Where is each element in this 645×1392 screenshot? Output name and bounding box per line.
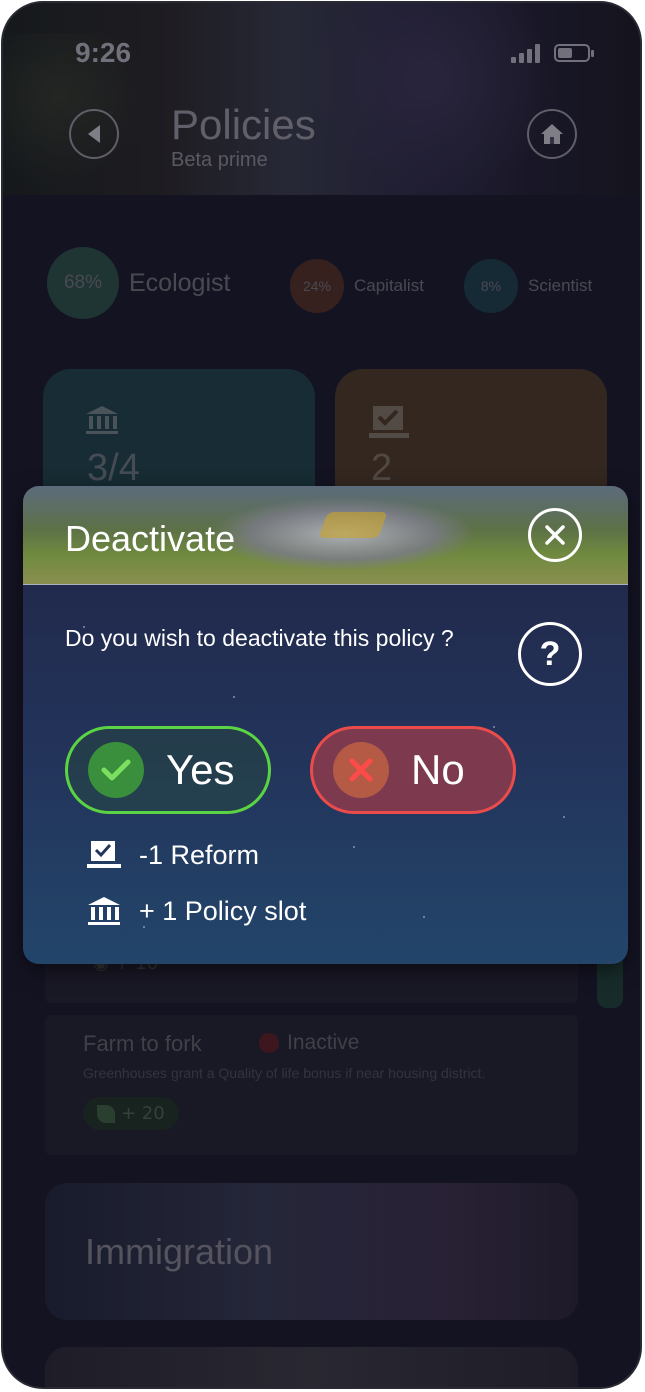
question-mark-icon: ? [539, 634, 561, 673]
bank-icon [87, 894, 121, 928]
yes-label: Yes [166, 746, 235, 793]
deactivate-dialog: Deactivate Do you wish to deactivate thi… [23, 486, 628, 964]
dialog-header: Deactivate [23, 486, 628, 585]
no-label: No [411, 746, 465, 793]
dialog-title: Deactivate [65, 518, 236, 559]
effect-policy-slot: + 1 Policy slot [87, 894, 306, 928]
effect-text: -1 Reform [139, 839, 260, 870]
dialog-question: Do you wish to deactivate this policy ? [65, 625, 454, 651]
close-icon [545, 525, 565, 545]
effect-text: + 1 Policy slot [139, 895, 307, 926]
checkbox-tray-icon [87, 838, 121, 872]
phone-screen: 9:26 Policies Beta prime 68% Ecologist 2… [1, 1, 642, 1389]
cross-icon [333, 742, 389, 798]
close-button[interactable] [528, 508, 582, 562]
help-button[interactable]: ? [518, 622, 582, 686]
effect-reform: -1 Reform [87, 838, 259, 872]
no-button[interactable]: No [310, 726, 516, 814]
check-icon [88, 742, 144, 798]
yes-button[interactable]: Yes [65, 726, 271, 814]
